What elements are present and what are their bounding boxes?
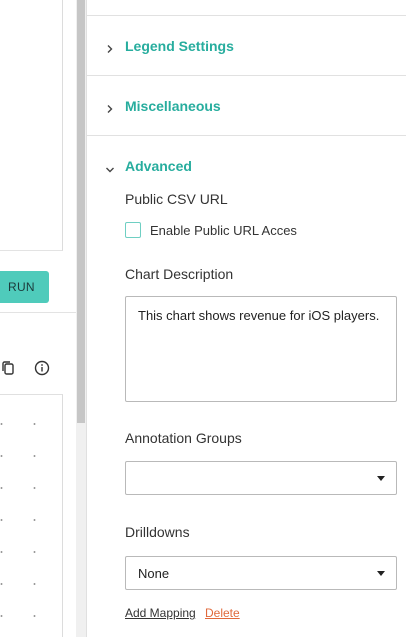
section-title-miscellaneous[interactable]: Miscellaneous [125,98,221,114]
results-grid [0,394,63,637]
add-mapping-link[interactable]: Add Mapping [125,606,196,620]
enable-public-url-label[interactable]: Enable Public URL Acces [150,223,297,238]
delete-link[interactable]: Delete [205,606,240,620]
annotation-groups-select[interactable] [125,461,397,495]
query-panel: RUN [0,0,76,637]
scrollbar-thumb[interactable] [77,0,85,423]
run-button[interactable]: RUN [0,271,49,303]
drilldowns-select[interactable]: None [125,556,397,590]
settings-panel: Legend Settings Miscellaneous Advanced P… [86,0,406,637]
section-legend-settings[interactable]: Legend Settings [87,15,406,75]
caret-down-icon [377,476,385,481]
public-csv-url-label: Public CSV URL [125,191,228,207]
chart-description-label: Chart Description [125,266,234,282]
chart-description-field[interactable]: This chart shows revenue for iOS players… [125,296,397,402]
enable-public-url-checkbox[interactable] [125,222,141,238]
drilldowns-label: Drilldowns [125,524,190,540]
chevron-right-icon [105,41,115,53]
copy-icon[interactable] [0,360,16,376]
divider [0,312,76,313]
caret-down-icon [377,571,385,576]
annotation-groups-label: Annotation Groups [125,430,242,446]
info-icon[interactable] [34,360,50,376]
section-miscellaneous[interactable]: Miscellaneous [87,75,406,135]
section-title-legend-settings[interactable]: Legend Settings [125,38,234,54]
query-editor[interactable] [0,0,63,251]
chevron-right-icon [105,101,115,113]
chevron-down-icon[interactable] [105,162,115,173]
section-title-advanced[interactable]: Advanced [125,158,192,174]
drilldowns-value: None [138,565,170,581]
